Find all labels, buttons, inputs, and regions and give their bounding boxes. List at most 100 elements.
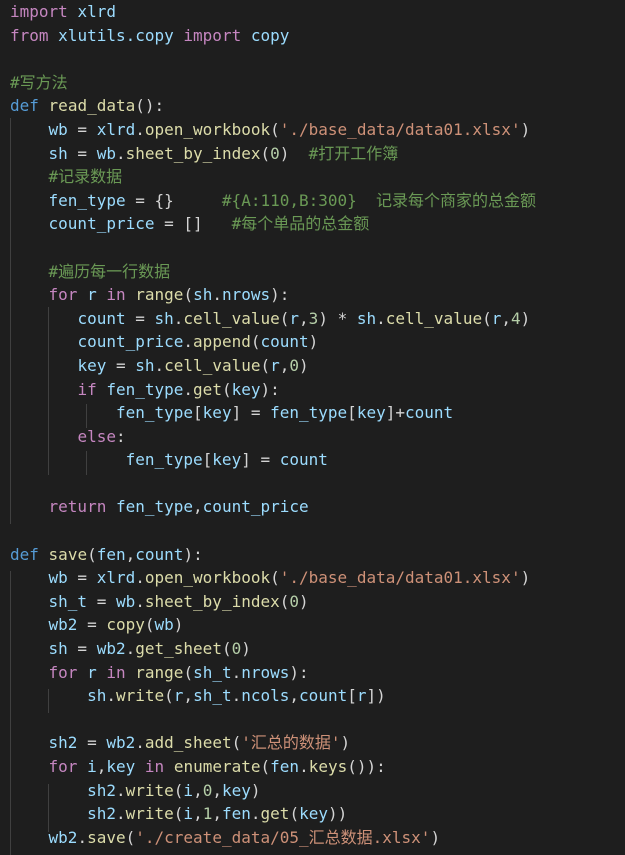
code-token: = {} bbox=[125, 190, 222, 210]
code-token: import bbox=[10, 2, 68, 21]
code-token: key bbox=[231, 379, 261, 399]
code-token: count bbox=[135, 544, 184, 564]
code-token: ( bbox=[144, 615, 155, 635]
code-token: open_workbook bbox=[144, 568, 271, 588]
code-token: = bbox=[67, 119, 97, 139]
code-token: fen_type bbox=[115, 497, 194, 517]
code-editor[interactable]: import xlrd from xlutils.copy import copy… bbox=[0, 0, 625, 855]
code-token: range bbox=[135, 662, 184, 682]
code-line: import xlrd bbox=[10, 0, 536, 24]
code-token: xlrd bbox=[96, 119, 136, 139]
code-token: = bbox=[67, 143, 97, 163]
code-token: . bbox=[115, 780, 126, 800]
code-token: count_price bbox=[202, 497, 309, 517]
code-token: range bbox=[135, 285, 184, 305]
code-token: './create_data/05_汇总数据.xlsx' bbox=[135, 827, 431, 847]
code-token: sh2 bbox=[87, 804, 116, 824]
code-token: . bbox=[231, 662, 242, 682]
code-token: ) bbox=[299, 591, 309, 611]
code-token: write bbox=[125, 804, 174, 824]
code-token: [ bbox=[193, 403, 203, 423]
code-token: (): bbox=[135, 96, 165, 116]
code-token: ): bbox=[270, 285, 290, 305]
code-line: wb = xlrd.open_workbook('./base_data/dat… bbox=[10, 118, 536, 142]
code-token: count bbox=[279, 450, 328, 470]
code-token: fen bbox=[270, 757, 300, 776]
code-line: sh2.write(i,0,key) bbox=[10, 779, 536, 803]
code-token: , bbox=[193, 780, 203, 800]
code-token: ): bbox=[289, 662, 309, 682]
code-token: [ bbox=[347, 686, 357, 706]
code-token: xlrd bbox=[96, 568, 136, 588]
code-line: sh_t = wb.sheet_by_index(0) bbox=[10, 590, 536, 614]
code-token: add_sheet bbox=[144, 733, 232, 753]
code-token: 0 bbox=[231, 639, 242, 659]
code-token: , bbox=[193, 804, 203, 824]
code-token: = bbox=[77, 733, 107, 753]
code-token: 1 bbox=[202, 804, 213, 824]
code-token: ( bbox=[260, 355, 271, 375]
code-line: count_price = [] #每个单品的总金额 bbox=[10, 212, 536, 236]
code-token: = bbox=[106, 355, 136, 375]
code-token: return bbox=[48, 497, 107, 517]
code-token: cell_value bbox=[183, 308, 280, 328]
code-token: copy bbox=[106, 615, 145, 635]
code-token: r bbox=[270, 355, 280, 375]
code-token: sh bbox=[193, 285, 213, 305]
code-token: sh2 bbox=[87, 780, 116, 800]
code-token: count bbox=[77, 308, 126, 328]
code-token: ) bbox=[299, 355, 309, 375]
code-token: fen_type bbox=[48, 190, 126, 210]
code-token: . bbox=[115, 804, 126, 824]
code-token: ) bbox=[308, 332, 319, 352]
code-token: , bbox=[299, 308, 309, 328]
code-token: for bbox=[48, 662, 78, 682]
code-token: = bbox=[67, 639, 97, 659]
code-token: wb bbox=[115, 591, 136, 611]
code-token: )) bbox=[327, 804, 348, 824]
code-token: cell_value bbox=[385, 308, 483, 328]
code-token: nrows bbox=[221, 285, 271, 305]
code-token: ) bbox=[250, 780, 261, 800]
code-token: sh2 bbox=[48, 733, 78, 753]
code-token: ): bbox=[260, 379, 280, 399]
code-token: count bbox=[260, 332, 309, 352]
code-token: r bbox=[289, 308, 300, 328]
code-token: sheet_by_index bbox=[144, 591, 280, 611]
code-token: for bbox=[48, 757, 78, 776]
code-token: i bbox=[87, 757, 97, 776]
code-token: . bbox=[125, 639, 136, 659]
code-token: fen_type bbox=[125, 450, 203, 470]
code-token: ( bbox=[183, 662, 194, 682]
code-token: in bbox=[106, 662, 126, 682]
code-token: . bbox=[77, 827, 88, 847]
code-token: . bbox=[135, 568, 145, 588]
code-token: ) bbox=[520, 568, 531, 588]
code-token: #每个单品的总金额 bbox=[231, 214, 370, 234]
code-token: get_sheet bbox=[135, 639, 222, 659]
code-token: . bbox=[106, 686, 116, 706]
code-token: . bbox=[183, 332, 194, 352]
code-token: = bbox=[67, 568, 97, 588]
code-token: r bbox=[173, 686, 184, 706]
code-line: from xlutils.copy import copy bbox=[10, 24, 536, 48]
code-line: #记录数据 bbox=[10, 165, 536, 189]
code-line: for r in range(sh_t.nrows): bbox=[10, 661, 536, 685]
code-token: def bbox=[10, 544, 39, 564]
code-token: #{A:110,B:300} 记录每个商家的总金额 bbox=[221, 190, 537, 210]
code-token: count_price bbox=[48, 214, 155, 234]
code-token: [ bbox=[347, 403, 357, 423]
code-token: enumerate bbox=[173, 757, 261, 776]
